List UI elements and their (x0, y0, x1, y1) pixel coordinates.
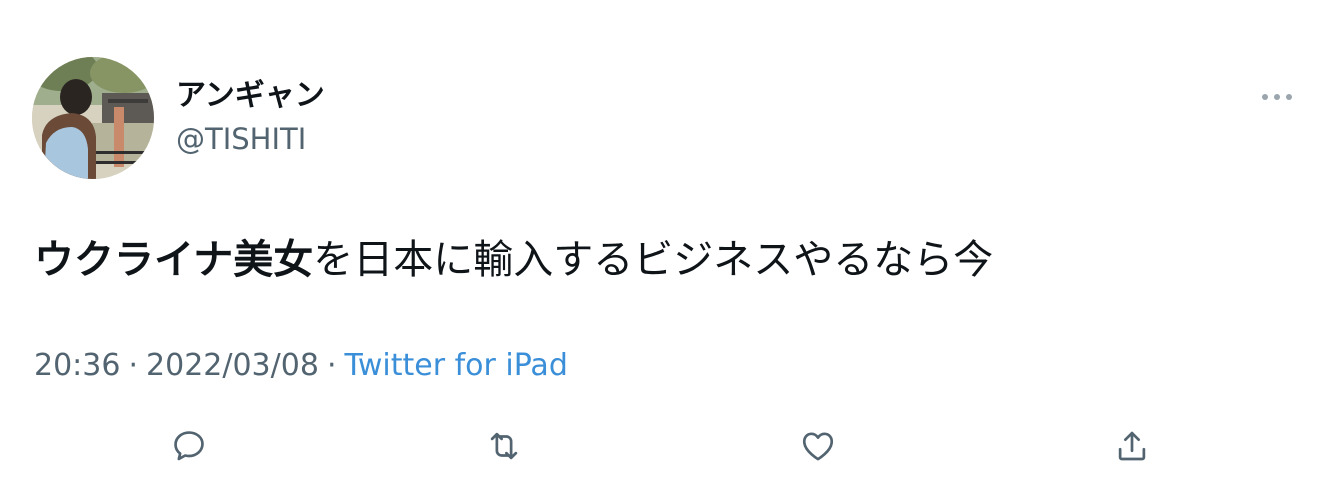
like-icon (802, 432, 834, 461)
meta-separator: · (326, 348, 337, 383)
retweet-icon (490, 432, 518, 460)
user-handle[interactable]: @TISHITI (176, 120, 306, 158)
like-button[interactable] (796, 424, 840, 468)
reply-icon (174, 431, 204, 461)
tweet-card: アンギャン @TISHITI ウクライナ美女を日本に輸入するビジネスやるなら今 … (0, 0, 1335, 479)
dot (1286, 94, 1292, 100)
share-icon (1118, 431, 1146, 461)
reply-button[interactable] (167, 424, 211, 468)
tweet-text-rest: を日本に輸入するビジネスやるなら今 (313, 237, 994, 283)
tweet-text: ウクライナ美女を日本に輸入するビジネスやるなら今 (34, 232, 993, 288)
tweet-text-bold: ウクライナ美女 (34, 237, 314, 283)
meta-separator: · (128, 348, 139, 383)
avatar-photo (32, 57, 154, 179)
avatar[interactable] (32, 57, 154, 179)
dot (1274, 94, 1280, 100)
display-name[interactable]: アンギャン (176, 76, 325, 116)
tweet-meta: 20:36 · 2022/03/08 · Twitter for iPad (34, 346, 568, 386)
dot (1262, 94, 1268, 100)
tweet-source-link[interactable]: Twitter for iPad (344, 348, 567, 383)
more-options-icon[interactable] (1255, 84, 1299, 110)
tweet-time[interactable]: 20:36 (34, 348, 120, 383)
tweet-date[interactable]: 2022/03/08 (146, 348, 319, 383)
retweet-button[interactable] (482, 424, 526, 468)
share-button[interactable] (1110, 424, 1154, 468)
